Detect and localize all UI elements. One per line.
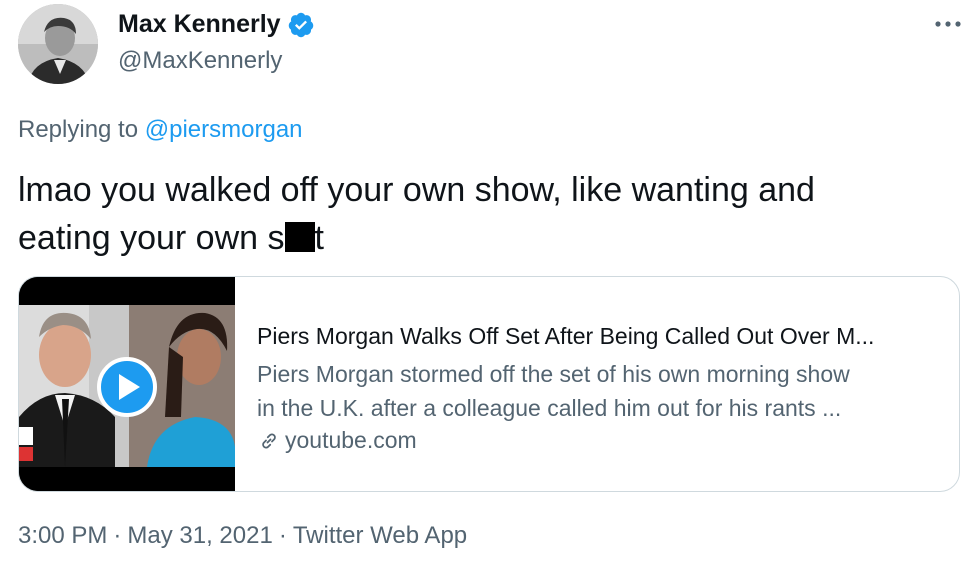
- tweet-text-line-2: eating your own s t: [18, 214, 948, 262]
- card-title[interactable]: Piers Morgan Walks Off Set After Being C…: [257, 321, 945, 351]
- link-icon: [257, 429, 281, 453]
- replying-to-label: Replying to: [18, 116, 139, 143]
- video-thumbnail[interactable]: [19, 277, 235, 491]
- card-domain[interactable]: youtube.com: [257, 427, 945, 454]
- card-description-line-1: Piers Morgan stormed off the set of his …: [257, 361, 850, 387]
- tweet-text-before-redaction: eating your own s: [18, 219, 285, 257]
- redaction-box: [284, 222, 315, 252]
- mention-link[interactable]: @piersmorgan: [145, 116, 303, 143]
- avatar-photo: [18, 4, 98, 84]
- tweet-date[interactable]: May 31, 2021: [127, 522, 272, 549]
- meta-separator: ·: [278, 522, 287, 549]
- meta-separator: ·: [113, 522, 122, 549]
- author-display-name[interactable]: Max Kennerly: [118, 10, 281, 39]
- avatar[interactable]: [18, 4, 98, 84]
- author-name-row[interactable]: Max Kennerly: [118, 10, 315, 39]
- tweet-time[interactable]: 3:00 PM: [18, 522, 107, 549]
- tweet-text-line-1: lmao you walked off your own show, like …: [18, 171, 815, 209]
- tweet-source-app[interactable]: Twitter Web App: [293, 522, 467, 549]
- tweet-meta: 3:00 PM · May 31, 2021 · Twitter Web App: [18, 522, 467, 550]
- more-options-icon[interactable]: [930, 10, 966, 38]
- card-domain-text[interactable]: youtube.com: [285, 427, 417, 454]
- replying-to: Replying to @piersmorgan: [18, 116, 303, 144]
- author-handle[interactable]: @MaxKennerly: [118, 47, 282, 75]
- verified-badge-icon: [287, 11, 315, 39]
- thumbnail-image: [19, 277, 235, 491]
- tweet-text-after-redaction: t: [314, 219, 324, 257]
- link-preview-card[interactable]: Piers Morgan Walks Off Set After Being C…: [18, 276, 960, 492]
- card-description: Piers Morgan stormed off the set of his …: [257, 357, 945, 425]
- card-description-line-2: in the U.K. after a colleague called him…: [257, 395, 842, 421]
- card-body[interactable]: Piers Morgan Walks Off Set After Being C…: [257, 321, 945, 454]
- tweet-text: lmao you walked off your own show, like …: [18, 166, 948, 262]
